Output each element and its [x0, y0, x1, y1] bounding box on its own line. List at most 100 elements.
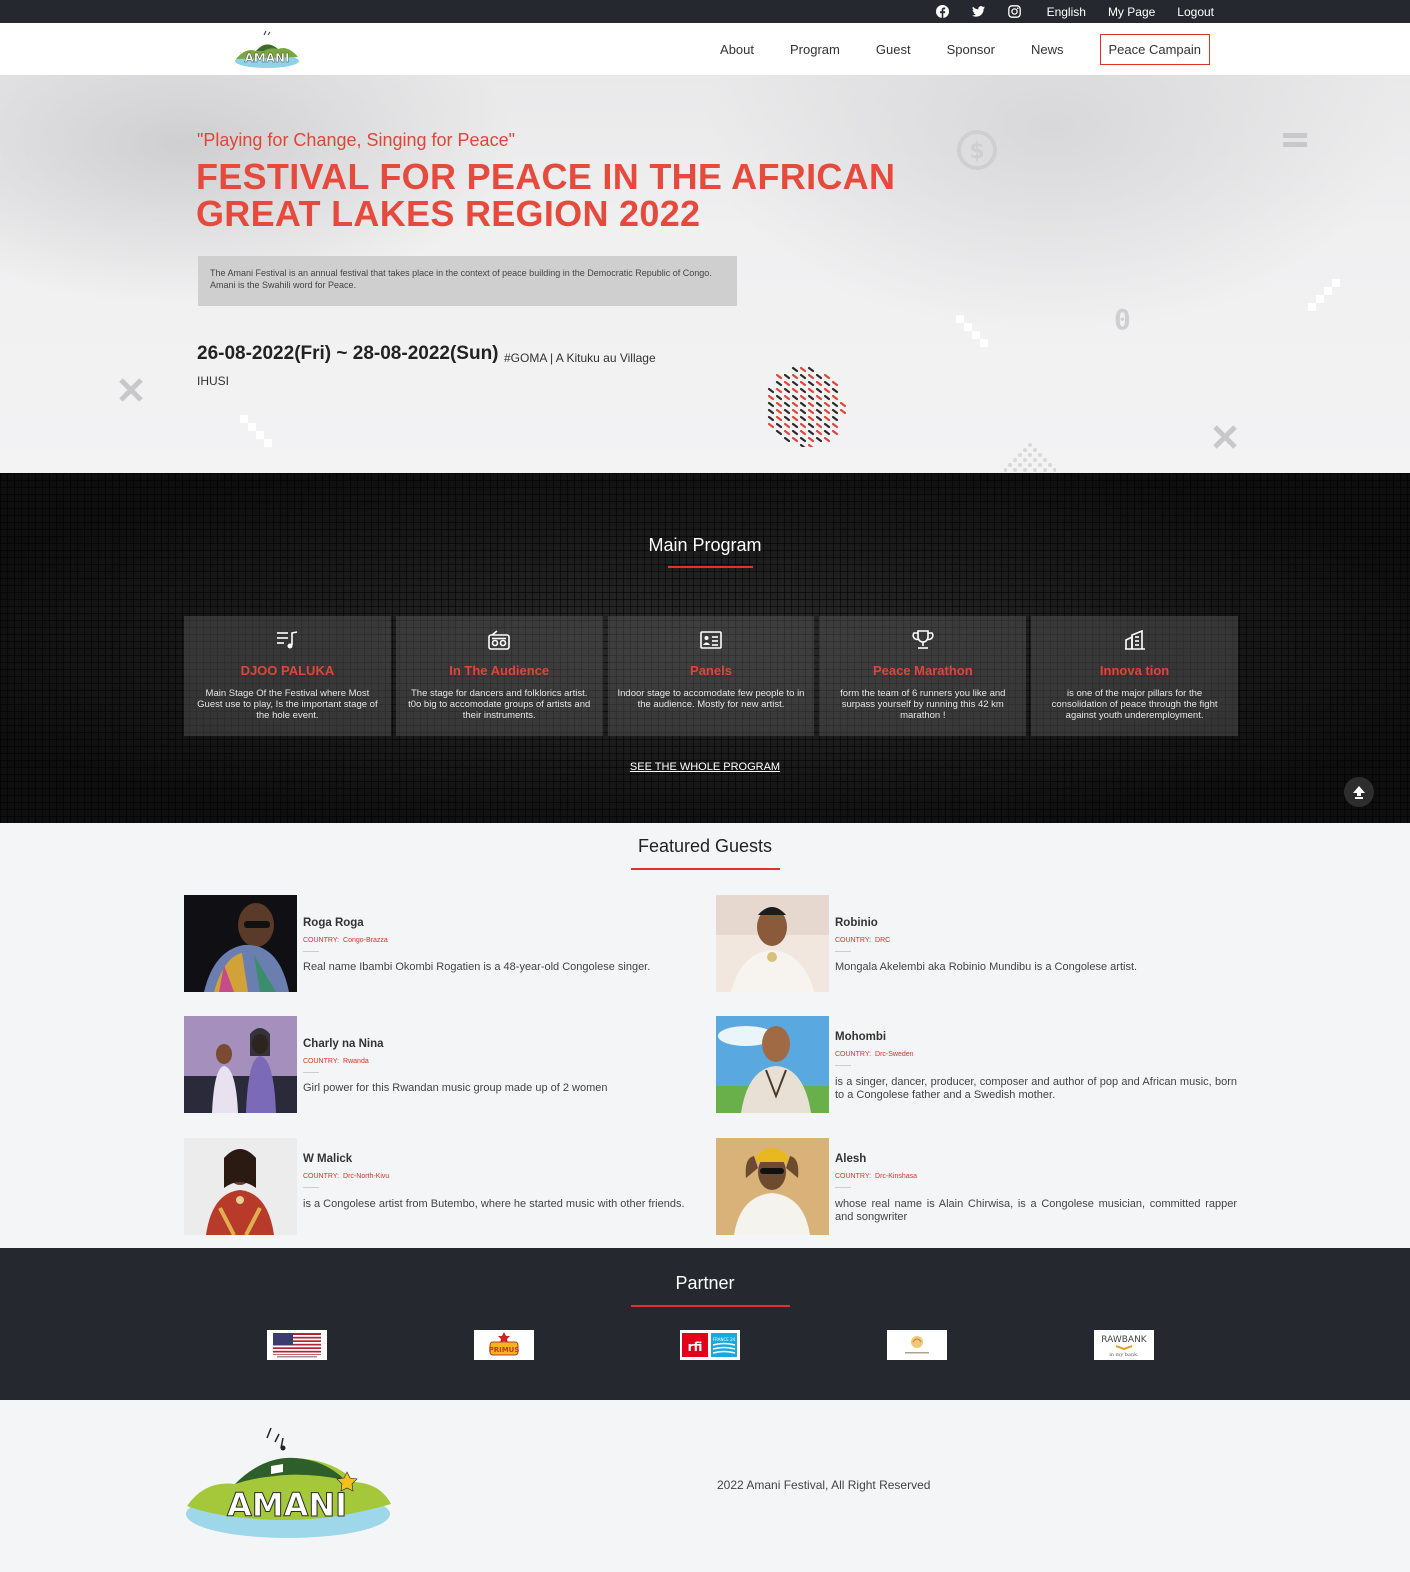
country-label: COUNTRY: — [835, 1173, 872, 1180]
guest-description: Girl power for this Rwandan music group … — [303, 1082, 608, 1094]
pattern-dash — [767, 408, 775, 415]
program-card[interactable]: Panels Indoor stage to accomodate few pe… — [607, 616, 815, 736]
guest-photo[interactable] — [716, 1016, 829, 1113]
pattern-dash — [799, 380, 807, 387]
pattern-dash — [815, 394, 823, 401]
pattern-dash — [799, 401, 807, 408]
pattern-dash — [823, 422, 831, 429]
guest-card[interactable]: Roga Roga COUNTRY: Congo-Brazza Real name… — [184, 895, 705, 993]
language-link[interactable]: English — [1047, 5, 1086, 19]
pattern-dash — [791, 401, 799, 408]
pattern-dash — [839, 401, 846, 408]
pattern-dash — [807, 436, 815, 443]
hero-quote: "Playing for Change, Singing for Peace" — [197, 130, 515, 150]
pattern-dash — [791, 387, 799, 394]
program-card[interactable]: In The Audience The stage for dancers an… — [395, 616, 603, 736]
footer-amani-logo[interactable]: AMANI — [185, 1424, 393, 1540]
amani-logo[interactable]: AMANI — [234, 29, 300, 69]
festival-dates: 26-08-2022(Fri) ~ 28-08-2022(Sun) — [197, 343, 499, 364]
pattern-dash — [767, 401, 775, 408]
scroll-to-top-button[interactable] — [1344, 777, 1374, 807]
guest-country: COUNTRY: Drc-Kinshasa — [835, 1173, 917, 1180]
country-label: COUNTRY: — [303, 937, 340, 944]
guest-photo[interactable] — [184, 1016, 297, 1113]
hero-section: $ 0 "Playing for Change, Singing for Pea… — [0, 75, 1410, 473]
nav-program[interactable]: Program — [790, 42, 840, 57]
logout-link[interactable]: Logout — [1177, 5, 1214, 19]
twitter-icon[interactable] — [971, 4, 987, 20]
program-card-desc: Indoor stage to accomodate few people to… — [617, 688, 805, 710]
guest-card[interactable]: W Malick COUNTRY: Drc-North-Kivu is a Con… — [184, 1138, 705, 1236]
footer: AMANI 2022 Amani Festival, All Right Res… — [0, 1400, 1410, 1572]
pattern-dash — [791, 422, 799, 429]
guest-photo[interactable] — [184, 1138, 297, 1235]
nav-about[interactable]: About — [720, 42, 754, 57]
nav-guest[interactable]: Guest — [876, 42, 911, 57]
guest-country: COUNTRY: Drc-Sweden — [835, 1051, 914, 1058]
guest-name: Alesh — [835, 1153, 867, 1165]
guest-card[interactable]: Mohombi COUNTRY: Drc-Sweden is a singer, … — [716, 1016, 1237, 1114]
pattern-dash — [815, 387, 823, 394]
pattern-dash — [807, 415, 815, 422]
guest-card[interactable]: Robinio COUNTRY: DRC Mongala Akelembi aka… — [716, 895, 1237, 993]
pattern-dash — [767, 394, 775, 401]
pattern-dash — [791, 415, 799, 422]
svg-text:rfi: rfi — [688, 1340, 703, 1354]
pattern-dash — [791, 429, 799, 436]
pattern-dash — [823, 401, 831, 408]
program-card[interactable]: DJOO PALUKA Main Stage Of the Festival w… — [184, 616, 391, 736]
music-list-icon — [184, 630, 391, 652]
pattern-dash — [791, 408, 799, 415]
instagram-icon[interactable] — [1007, 4, 1023, 20]
peace-campaign-button[interactable]: Peace Campain — [1099, 33, 1210, 65]
pattern-dash — [775, 415, 783, 422]
pattern-dash — [831, 387, 839, 394]
rawbank-logo[interactable]: RAWBANK in my bank. — [1094, 1330, 1154, 1360]
svg-text:PRIMUS: PRIMUS — [489, 1346, 520, 1354]
rfi-france24-logo[interactable]: rfi FRANCE 24 — [680, 1330, 740, 1360]
presentation-icon — [608, 630, 815, 652]
guest-photo[interactable] — [716, 1138, 829, 1235]
trophy-icon — [819, 630, 1026, 652]
program-card[interactable]: Innova tion is one of the major pillars … — [1031, 616, 1238, 736]
pattern-dash — [823, 380, 831, 387]
digit-deco: 0 — [1114, 303, 1131, 336]
hero-title: FESTIVAL FOR PEACE IN THE AFRICAN GREAT … — [196, 158, 896, 232]
my-page-link[interactable]: My Page — [1108, 5, 1155, 19]
svg-text:RAWBANK: RAWBANK — [1101, 1335, 1148, 1345]
pattern-dash — [799, 373, 807, 380]
us-flag-logo[interactable] — [267, 1330, 327, 1360]
radio-icon — [396, 630, 603, 652]
pattern-dash — [831, 408, 839, 415]
country-value: Congo-Brazza — [343, 937, 388, 944]
see-whole-program-link[interactable]: SEE THE WHOLE PROGRAM — [0, 761, 1410, 773]
partner-logos: PRIMUS rfi FRANCE 24 RAWBANK in my bank. — [267, 1330, 1157, 1362]
title-underline — [631, 868, 780, 870]
pattern-dash — [775, 373, 783, 380]
facebook-icon[interactable] — [935, 4, 951, 20]
program-card-desc: Main Stage Of the Festival where Most Gu… — [197, 688, 378, 721]
pattern-dash — [839, 408, 846, 415]
guest-photo[interactable] — [716, 895, 829, 992]
pattern-dash — [807, 401, 815, 408]
guest-photo[interactable] — [184, 895, 297, 992]
pattern-dash — [775, 408, 783, 415]
pattern-dash — [775, 387, 783, 394]
nav-news[interactable]: News — [1031, 42, 1064, 57]
guest-card[interactable]: Alesh COUNTRY: Drc-Kinshasa whose real na… — [716, 1138, 1237, 1236]
pattern-dash — [831, 401, 839, 408]
country-value: Drc-North-Kivu — [343, 1173, 390, 1180]
pattern-dash — [815, 380, 823, 387]
dots-triangle-deco-icon — [1004, 443, 1056, 472]
pattern-dash — [807, 394, 815, 401]
nav-sponsor[interactable]: Sponsor — [947, 42, 995, 57]
program-card[interactable]: Peace Marathon form the team of 6 runner… — [819, 616, 1027, 736]
pattern-dash — [775, 429, 783, 436]
country-value: Rwanda — [343, 1058, 369, 1065]
primus-logo[interactable]: PRIMUS — [474, 1330, 534, 1360]
pattern-dash — [783, 373, 791, 380]
hotel-logo[interactable] — [887, 1330, 947, 1360]
pattern-dash — [783, 401, 791, 408]
guest-card[interactable]: Charly na Nina COUNTRY: Rwanda Girl power… — [184, 1016, 705, 1114]
guest-country: COUNTRY: Congo-Brazza — [303, 937, 388, 944]
